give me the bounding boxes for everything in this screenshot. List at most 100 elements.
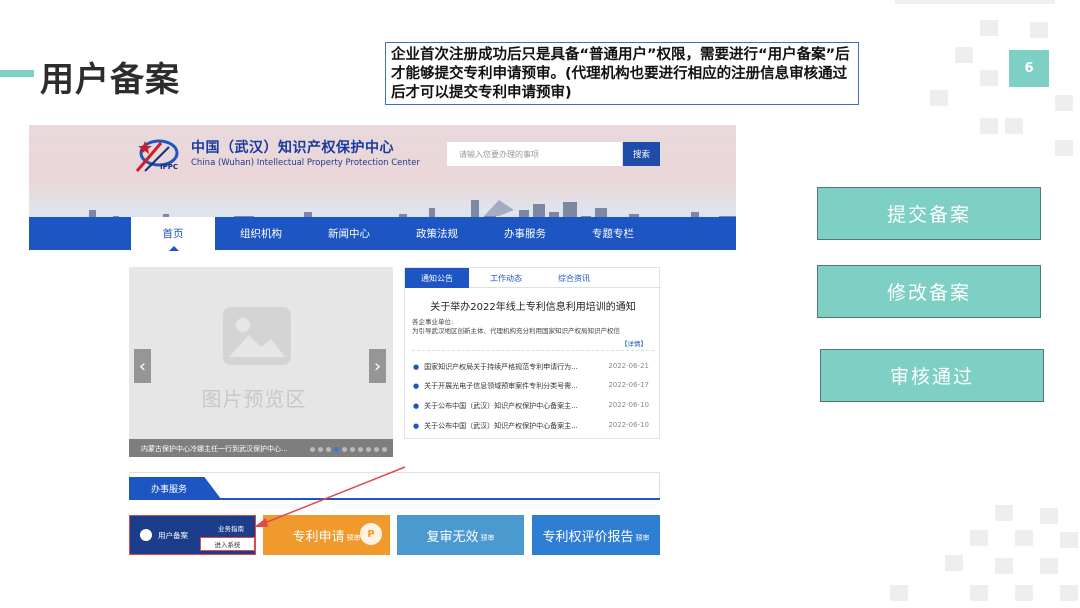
card-title: 专利申请: [292, 529, 345, 545]
slider-dot[interactable]: [382, 447, 387, 452]
search-button[interactable]: 搜索: [623, 142, 660, 166]
decor-square: [930, 90, 948, 106]
nav-item-topics[interactable]: 专题专栏: [571, 217, 655, 250]
list-item[interactable]: ● 国家知识产权局关于持续严格规范专利申请行为... 2022-06-21: [413, 362, 655, 372]
slider-placeholder-text: 图片预览区: [201, 387, 307, 411]
user-registration-label: 用户备案: [158, 531, 188, 540]
decor-square: [945, 555, 963, 571]
slider-dot[interactable]: [366, 447, 371, 452]
tab-general-info[interactable]: 综合资讯: [543, 268, 605, 288]
decor-square: [955, 47, 973, 63]
step-modify-registration: 修改备案: [817, 265, 1041, 318]
nav-item-news[interactable]: 新闻中心: [307, 217, 391, 250]
decor-square: [1040, 558, 1058, 574]
decor-square: [1015, 585, 1033, 601]
decor-square: [980, 20, 998, 36]
patent-p-icon: P: [360, 523, 382, 545]
notice-tabs: 通知公告 工作动态 综合资讯: [405, 268, 661, 288]
slider-dots: [310, 447, 387, 452]
decor-square: [1060, 585, 1078, 601]
list-item-title: 关于公布中国（武汉）知识产权保护中心备案主...: [424, 402, 578, 410]
nav-item-organization[interactable]: 组织机构: [219, 217, 303, 250]
bullet-icon: ●: [413, 363, 420, 371]
step-review-approved: 审核通过: [820, 349, 1044, 402]
website-screenshot: IPPC 中国（武汉）知识产权保护中心 China (Wuhan) Intell…: [29, 125, 736, 565]
tab-notices[interactable]: 通知公告: [405, 268, 469, 288]
list-item-date: 2022-06-17: [608, 381, 649, 389]
note-box: 企业首次注册成功后只是具备“普通用户”权限，需要进行“用户备案”后才能够提交专利…: [385, 42, 859, 105]
slider-dot[interactable]: [326, 447, 331, 452]
card-subtitle: 预审: [346, 534, 361, 542]
list-item-title: 国家知识产权局关于持续严格规范专利申请行为...: [424, 363, 578, 371]
page-number: 6: [1009, 50, 1049, 87]
list-item[interactable]: ● 关于公布中国（武汉）知识产权保护中心备案主... 2022-06-10: [413, 421, 655, 431]
image-slider: 图片预览区 ‹ › 内蒙古保护中心冷娜主任一行到武汉保护中心...: [129, 267, 393, 457]
list-item-date: 2022-06-21: [608, 362, 649, 370]
card-title: 复审无效: [426, 529, 479, 545]
decor-square: [980, 118, 998, 134]
decor-square: [980, 70, 998, 86]
bullet-icon: ●: [413, 402, 420, 410]
list-item[interactable]: ● 关于开展光电子信息领域预审案件专利分类号需... 2022-06-17: [413, 381, 655, 391]
user-registration-card[interactable]: 用户备案 业务指南 进入系统: [129, 515, 256, 555]
patent-evaluation-card[interactable]: 专利权评价报告 预审: [532, 515, 660, 555]
nav-item-home[interactable]: 首页: [131, 217, 215, 251]
list-item-title: 关于开展光电子信息领域预审案件专利分类号需...: [424, 382, 578, 390]
business-guide-link[interactable]: 业务指南: [218, 523, 244, 533]
decor-square: [1060, 532, 1078, 548]
logo-text: IPPC: [160, 163, 179, 171]
card-label: 复审无效 预审: [397, 515, 524, 555]
slider-dot-active[interactable]: [334, 447, 339, 452]
divider: [412, 350, 654, 351]
decor-square: [890, 585, 908, 601]
nav-item-policy[interactable]: 政策法规: [395, 217, 479, 250]
decor-square: [1040, 508, 1058, 524]
slider-dot[interactable]: [374, 447, 379, 452]
nav-item-services[interactable]: 办事服务: [483, 217, 567, 250]
card-label: 专利权评价报告 预审: [532, 515, 660, 555]
services-underline: [129, 498, 660, 500]
notice-headline[interactable]: 关于举办2022年线上专利信息利用培训的通知: [405, 298, 661, 313]
slider-next-button[interactable]: ›: [369, 349, 386, 383]
decor-square: [895, 0, 1055, 4]
bullet-icon: ●: [413, 382, 420, 390]
decor-square: [1055, 140, 1073, 156]
decor-square: [995, 505, 1013, 521]
decor-square: [970, 530, 988, 546]
decor-square: [995, 558, 1013, 574]
user-icon: [140, 529, 152, 541]
enter-system-button[interactable]: 进入系统: [200, 537, 255, 551]
slider-dot[interactable]: [358, 447, 363, 452]
tab-work-news[interactable]: 工作动态: [475, 268, 537, 288]
notice-detail-link[interactable]: 【详情】: [621, 338, 647, 348]
image-placeholder-icon: [223, 307, 291, 365]
decor-square: [1055, 95, 1073, 111]
card-subtitle: 预审: [635, 534, 650, 542]
slider-dot[interactable]: [342, 447, 347, 452]
list-item-date: 2022-06-10: [608, 401, 649, 409]
card-title: 专利权评价报告: [542, 529, 634, 545]
list-item-title: 关于公布中国（武汉）知识产权保护中心备案主...: [424, 422, 578, 430]
title-accent-bar: [0, 70, 34, 77]
main-nav: 首页 组织机构 新闻中心 政策法规 办事服务 专题专栏: [29, 217, 736, 251]
notice-panel: 通知公告 工作动态 综合资讯 关于举办2022年线上专利信息利用培训的通知 各企…: [404, 267, 661, 439]
site-name-cn[interactable]: 中国（武汉）知识产权保护中心: [191, 137, 394, 157]
patent-application-card[interactable]: 专利申请 预审 P: [263, 515, 390, 555]
decor-square: [1005, 118, 1023, 134]
bullet-icon: ●: [413, 422, 420, 430]
slider-caption[interactable]: 内蒙古保护中心冷娜主任一行到武汉保护中心...: [141, 444, 288, 454]
slider-dot[interactable]: [318, 447, 323, 452]
slide-title: 用户备案: [40, 60, 180, 100]
list-item[interactable]: ● 关于公布中国（武汉）知识产权保护中心备案主... 2022-06-10: [413, 401, 655, 411]
slider-prev-button[interactable]: ‹: [134, 349, 151, 383]
slider-dot[interactable]: [310, 447, 315, 452]
list-item-date: 2022-06-10: [608, 421, 649, 429]
decor-square: [1015, 530, 1033, 546]
search-input[interactable]: 请输入您要办理的事项: [447, 142, 622, 166]
card-subtitle: 预审: [480, 534, 495, 542]
slider-dot[interactable]: [350, 447, 355, 452]
site-name-en: China (Wuhan) Intellectual Property Prot…: [191, 158, 420, 168]
step-submit-registration: 提交备案: [817, 187, 1041, 240]
notice-summary: 为引导武汉地区创新主体、代理机构充分利用国家知识产权局知识产权信: [412, 327, 620, 335]
reexamination-card[interactable]: 复审无效 预审: [397, 515, 524, 555]
